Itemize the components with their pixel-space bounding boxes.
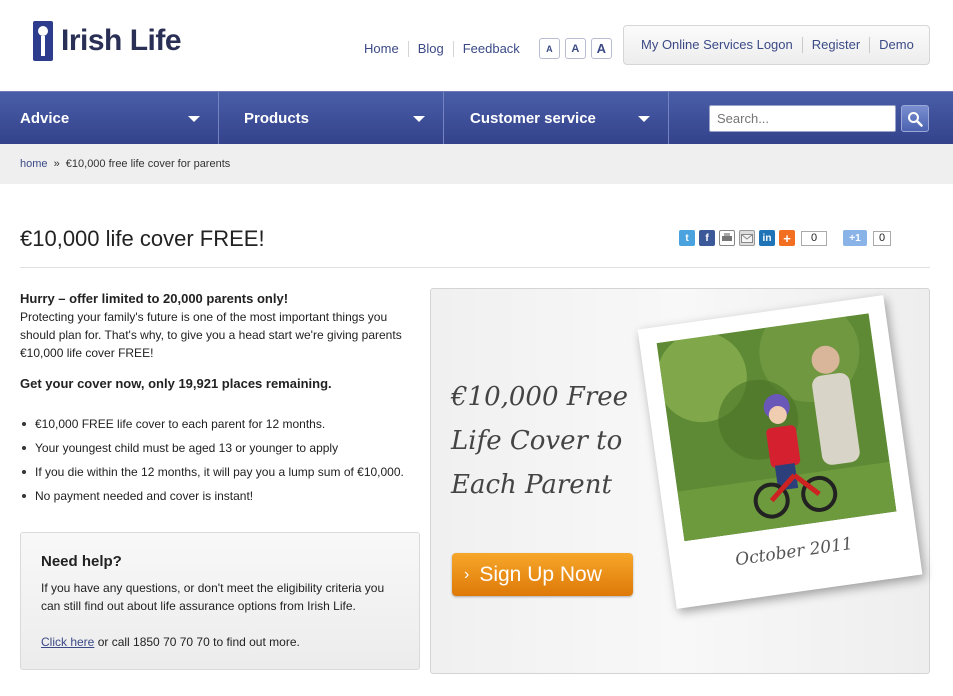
list-item: No payment needed and cover is instant! xyxy=(20,487,420,505)
register-link[interactable]: Register xyxy=(803,37,871,53)
phone-text: or call 1850 70 70 70 to find out more. xyxy=(94,635,300,649)
places-remaining: Get your cover now, only 19,921 places r… xyxy=(20,376,332,391)
nav-advice[interactable]: Advice xyxy=(0,92,219,144)
font-size-controls: A A A xyxy=(538,38,612,59)
chevron-down-icon xyxy=(638,116,650,122)
font-size-medium-button[interactable]: A xyxy=(564,38,586,59)
promo-line-3: Each Parent xyxy=(451,470,612,500)
need-help-title: Need help? xyxy=(41,553,122,570)
demo-link[interactable]: Demo xyxy=(870,37,923,53)
facebook-icon[interactable]: f xyxy=(699,230,715,246)
breadcrumb: home » €10,000 free life cover for paren… xyxy=(0,144,953,184)
need-help-contact: Click here or call 1850 70 70 70 to find… xyxy=(41,633,399,651)
polaroid-photo: October 2011 xyxy=(637,295,923,609)
need-help-box: Need help? If you have any questions, or… xyxy=(20,532,420,670)
promo-line-2: Life Cover to xyxy=(451,426,623,456)
feedback-link[interactable]: Feedback xyxy=(454,41,529,57)
intro-section: Hurry – offer limited to 20,000 parents … xyxy=(20,290,420,511)
irish-life-logo[interactable]: Irish Life xyxy=(33,20,182,62)
list-item: €10,000 FREE life cover to each parent f… xyxy=(20,415,420,433)
twitter-icon[interactable]: t xyxy=(679,230,695,246)
linkedin-icon[interactable]: in xyxy=(759,230,775,246)
offer-headline: Hurry – offer limited to 20,000 parents … xyxy=(20,291,289,306)
font-size-large-button[interactable]: A xyxy=(590,38,612,59)
benefits-list: €10,000 FREE life cover to each parent f… xyxy=(20,415,420,505)
sign-up-label: Sign Up Now xyxy=(479,562,602,586)
promo-headline: €10,000 Free Life Cover to Each Parent xyxy=(451,375,651,507)
breadcrumb-current: €10,000 free life cover for parents xyxy=(65,158,231,170)
share-count: 0 xyxy=(801,230,827,246)
list-item: Your youngest child must be aged 13 or y… xyxy=(20,439,420,457)
addthis-icon[interactable]: + xyxy=(779,230,795,246)
chevron-right-icon: › xyxy=(464,565,470,583)
need-help-text: If you have any questions, or don't meet… xyxy=(41,581,385,613)
promo-banner: €10,000 Free Life Cover to Each Parent ›… xyxy=(430,288,930,674)
search-icon xyxy=(908,111,923,127)
brand-name: Irish Life xyxy=(61,24,182,57)
blog-link[interactable]: Blog xyxy=(409,40,454,57)
home-link[interactable]: Home xyxy=(355,40,409,57)
breadcrumb-home-link[interactable]: home xyxy=(20,158,48,170)
sign-up-button[interactable]: › Sign Up Now xyxy=(452,553,633,596)
chevron-down-icon xyxy=(413,116,425,122)
nav-advice-label: Advice xyxy=(20,109,70,127)
search-button[interactable] xyxy=(901,105,929,132)
plus-one-count: 0 xyxy=(873,230,891,246)
promo-line-1: €10,000 Free xyxy=(451,382,629,412)
list-item: If you die within the 12 months, it will… xyxy=(20,463,420,481)
email-icon[interactable] xyxy=(739,230,755,246)
main-nav: Advice Products Customer service xyxy=(0,91,953,144)
font-size-small-button[interactable]: A xyxy=(538,38,560,59)
share-bar: t f in + 0 +1 0 xyxy=(679,230,891,246)
top-links: Home Blog Feedback A A A xyxy=(355,38,612,59)
online-services-logon-link[interactable]: My Online Services Logon xyxy=(632,37,803,53)
page-title: €10,000 life cover FREE! xyxy=(20,226,265,251)
click-here-link[interactable]: Click here xyxy=(41,635,94,649)
nav-products[interactable]: Products xyxy=(219,92,444,144)
print-icon[interactable] xyxy=(719,230,735,246)
logo-icon xyxy=(33,21,53,61)
online-services-box: My Online Services Logon Register Demo xyxy=(623,25,930,65)
title-divider xyxy=(20,267,930,268)
nav-products-label: Products xyxy=(244,109,310,127)
google-plus-one-icon[interactable]: +1 xyxy=(843,230,867,246)
page: Irish Life Home Blog Feedback A A A My O… xyxy=(0,0,953,696)
breadcrumb-separator: » xyxy=(53,158,60,170)
nav-customer-service-label: Customer service xyxy=(470,109,596,127)
family-photo xyxy=(656,313,897,542)
chevron-down-icon xyxy=(188,116,200,122)
intro-paragraph: Protecting your family's future is one o… xyxy=(20,310,402,360)
nav-customer-service[interactable]: Customer service xyxy=(444,92,669,144)
search-input[interactable] xyxy=(709,105,896,132)
